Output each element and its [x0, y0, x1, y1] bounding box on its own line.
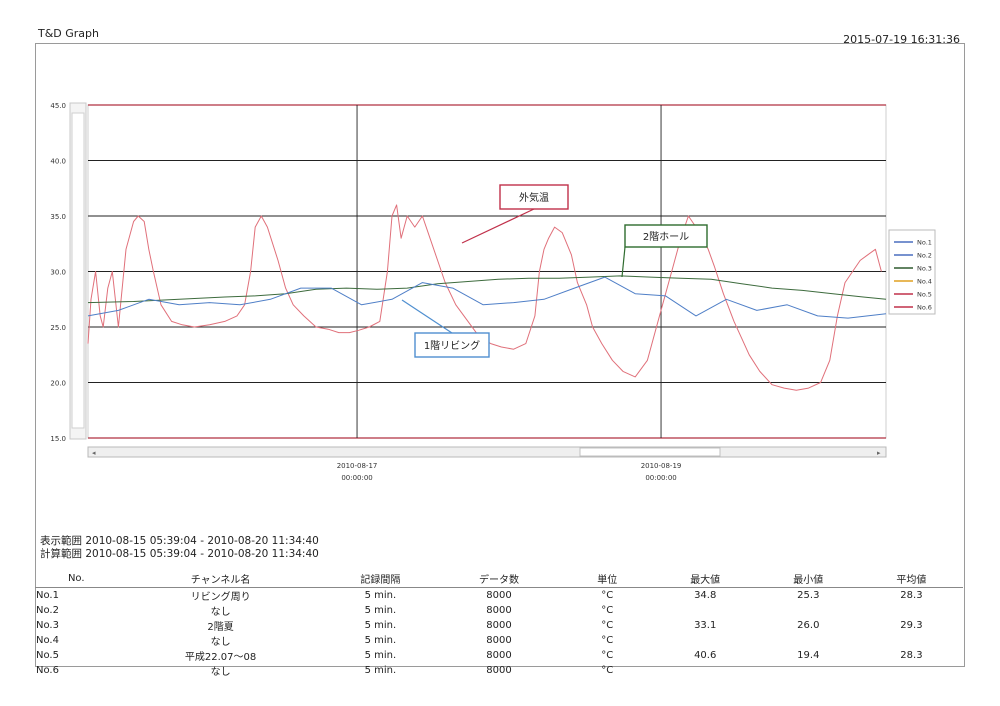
- y-tick-label: 20.0: [50, 380, 66, 388]
- table-cell: 8000: [486, 650, 512, 661]
- table-cell: 5 min.: [364, 590, 397, 601]
- stats-header-row: No. チャンネル名 記録間隔 データ数 単位 最大値 最小値 平均値: [35, 570, 963, 588]
- table-cell: 26.0: [797, 620, 820, 631]
- table-cell: No.1: [36, 590, 59, 601]
- table-cell: °C: [601, 635, 614, 646]
- table-cell: [757, 663, 860, 678]
- table-cell: リビング周り: [190, 592, 251, 603]
- table-row: No.1 リビング周り 5 min. 8000 °C 34.8 25.3 28.3: [35, 588, 963, 603]
- x-tick-time: 00:00:00: [341, 474, 372, 482]
- table-cell: 33.1: [694, 620, 717, 631]
- table-cell: 19.4: [797, 650, 820, 661]
- table-cell: No.4: [36, 635, 59, 646]
- annotation-label: 2階ホール: [643, 231, 689, 243]
- horizontal-scroll-thumb[interactable]: [579, 447, 721, 457]
- table-cell: 5 min.: [364, 650, 397, 661]
- column-header: 単位: [560, 570, 654, 588]
- table-cell: 8000: [486, 620, 512, 631]
- annotation-label: 1階リビング: [424, 339, 480, 352]
- table-cell: [757, 603, 860, 618]
- table-cell: [654, 603, 757, 618]
- table-cell: 2階夏: [207, 622, 234, 633]
- table-cell: No.3: [36, 620, 59, 631]
- calc-range: 計算範囲 2010-08-15 05:39:04 - 2010-08-20 11…: [40, 548, 319, 560]
- table-cell: 平成22.07～08: [184, 652, 257, 663]
- table-cell: [654, 633, 757, 648]
- legend-label: No.4: [917, 278, 932, 286]
- scroll-right-arrow-icon[interactable]: ▸: [877, 449, 881, 457]
- table-row: No.2 なし 5 min. 8000 °C: [35, 603, 963, 618]
- table-cell: 40.6: [694, 650, 717, 661]
- table-cell: なし: [210, 667, 231, 678]
- annotation-label: 外気温: [519, 191, 549, 204]
- table-cell: 25.3: [797, 590, 820, 601]
- table-cell: 28.3: [900, 590, 923, 601]
- table-cell: [860, 633, 963, 648]
- table-cell: 8000: [486, 635, 512, 646]
- table-cell: 5 min.: [364, 665, 397, 676]
- table-cell: 8000: [486, 590, 512, 601]
- vertical-scroll-thumb[interactable]: [71, 112, 85, 429]
- table-cell: °C: [601, 665, 614, 676]
- table-cell: 28.3: [900, 650, 923, 661]
- table-row: No.5 平成22.07～08 5 min. 8000 °C 40.6 19.4 28.3: [35, 648, 963, 663]
- table-cell: °C: [601, 590, 614, 601]
- table-cell: °C: [601, 650, 614, 661]
- table-row: No.6 なし 5 min. 8000 °C: [35, 663, 963, 678]
- table-cell: なし: [210, 607, 231, 618]
- y-tick-label: 15.0: [50, 435, 66, 443]
- table-cell: 8000: [486, 605, 512, 616]
- column-header: 最小値: [756, 570, 860, 588]
- table-cell: 5 min.: [364, 635, 397, 646]
- plot-area: ◂ ▸: [69, 102, 887, 458]
- y-tick-label: 35.0: [50, 213, 66, 221]
- y-tick-label: 25.0: [50, 324, 66, 332]
- y-tick-label: 45.0: [50, 102, 66, 110]
- table-cell: No.5: [36, 650, 59, 661]
- horizontal-scrollbar[interactable]: [87, 446, 887, 458]
- scroll-left-arrow-icon[interactable]: ◂: [92, 449, 96, 457]
- stats-table: No. チャンネル名 記録間隔 データ数 単位 最大値 最小値 平均値 No.1 リビング周り 5…: [35, 570, 963, 678]
- x-axis: 2010-08-17 00:00:00 2010-08-19 00:00:00: [337, 462, 682, 482]
- table-cell: [757, 633, 860, 648]
- y-tick-label: 30.0: [50, 269, 66, 277]
- column-header: 記録間隔: [323, 570, 438, 588]
- legend: No.1 No.2 No.3 No.4 No.5 No.6: [888, 229, 936, 315]
- table-cell: [654, 663, 757, 678]
- x-tick-date: 2010-08-19: [641, 462, 682, 470]
- table-cell: 29.3: [900, 620, 923, 631]
- table-row: No.3 2階夏 5 min. 8000 °C 33.1 26.0 29.3: [35, 618, 963, 633]
- table-cell: [860, 663, 963, 678]
- x-tick-date: 2010-08-17: [337, 462, 378, 470]
- table-cell: 5 min.: [364, 605, 397, 616]
- table-cell: No.6: [36, 665, 59, 676]
- table-cell: なし: [210, 637, 231, 648]
- legend-label: No.2: [917, 252, 932, 260]
- legend-label: No.3: [917, 265, 932, 273]
- table-cell: 5 min.: [364, 620, 397, 631]
- table-cell: °C: [601, 605, 614, 616]
- table-cell: [860, 603, 963, 618]
- x-tick-time: 00:00:00: [645, 474, 676, 482]
- table-cell: 34.8: [694, 590, 717, 601]
- legend-label: No.1: [917, 239, 932, 247]
- table-row: No.4 なし 5 min. 8000 °C: [35, 633, 963, 648]
- legend-label: No.5: [917, 291, 932, 299]
- column-header: 最大値: [653, 570, 757, 588]
- column-header: No.: [35, 570, 118, 588]
- y-tick-label: 40.0: [50, 158, 66, 166]
- table-cell: No.2: [36, 605, 59, 616]
- table-cell: °C: [601, 620, 614, 631]
- y-axis: 15.0 20.0 25.0 30.0 35.0 40.0 45.0: [50, 102, 66, 443]
- table-cell: 8000: [486, 665, 512, 676]
- legend-label: No.6: [917, 304, 932, 312]
- column-header: チャンネル名: [117, 570, 324, 588]
- column-header: データ数: [437, 570, 561, 588]
- column-header: 平均値: [859, 570, 963, 588]
- stats-body: No.1 リビング周り 5 min. 8000 °C 34.8 25.3 28.3 No.2 なし…: [35, 588, 963, 678]
